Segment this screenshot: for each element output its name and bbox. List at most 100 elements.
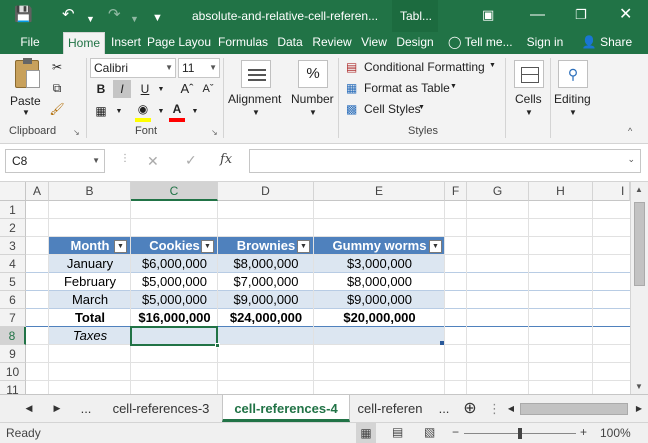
number-button[interactable]: Number [291, 92, 334, 106]
table-resize-handle[interactable] [440, 341, 444, 345]
column-header-d[interactable]: D [218, 182, 314, 201]
table-cell[interactable]: $5,000,000 [131, 273, 218, 291]
row-header-11[interactable]: 11 [0, 381, 26, 394]
table-cell[interactable]: March [49, 291, 131, 309]
vertical-scrollbar[interactable]: ▲ ▼ [630, 182, 648, 394]
increase-font-icon[interactable]: Aˆ [178, 80, 196, 98]
row-header-9[interactable]: 9 [0, 345, 26, 363]
zoom-in-icon[interactable]: + [580, 425, 587, 439]
copy-icon[interactable]: ⧉ [48, 79, 66, 97]
filter-dropdown-icon[interactable]: ▼ [201, 240, 214, 253]
table-cell[interactable]: $9,000,000 [218, 291, 314, 309]
tab-page-layout[interactable]: Page Layou [146, 32, 212, 54]
scroll-down-icon[interactable]: ▼ [635, 382, 643, 391]
close-icon[interactable]: ✕ [619, 5, 632, 25]
tab-home[interactable]: Home [63, 32, 105, 54]
undo-dropdown-icon[interactable]: ▼ [86, 9, 95, 29]
prev-sheet-icon[interactable]: ◀ [20, 395, 38, 422]
worksheet-grid[interactable]: A B C D E F G H I 1 2 3 4 5 6 7 8 9 10 1… [0, 182, 630, 394]
bold-button[interactable]: B [92, 80, 110, 98]
total-cell[interactable]: $20,000,000 [314, 309, 445, 327]
scroll-up-icon[interactable]: ▲ [635, 185, 643, 194]
font-launcher-icon[interactable]: ↘ [211, 128, 218, 137]
table-cell[interactable]: February [49, 273, 131, 291]
more-sheets-left[interactable]: ... [76, 395, 96, 422]
table-cell[interactable]: $7,000,000 [218, 273, 314, 291]
undo-icon[interactable]: ↶ [62, 5, 75, 25]
font-color-icon[interactable]: A [168, 100, 186, 118]
italic-button[interactable]: I [113, 80, 131, 98]
column-header-e[interactable]: E [314, 182, 445, 201]
total-label-cell[interactable]: Total [49, 309, 131, 327]
formula-input[interactable]: ⌄ [249, 149, 641, 173]
table-cell[interactable]: January [49, 255, 131, 273]
zoom-out-icon[interactable]: − [452, 425, 459, 439]
collapse-ribbon-icon[interactable]: ^ [628, 126, 632, 136]
underline-dropdown-icon[interactable]: ▼ [152, 81, 170, 99]
cells-button[interactable]: Cells [515, 92, 542, 106]
fill-handle[interactable] [215, 343, 220, 348]
cut-icon[interactable]: ✂ [48, 58, 66, 76]
editing-button[interactable]: Editing [554, 92, 591, 106]
scroll-right-icon[interactable]: ▶ [632, 395, 646, 422]
cell-styles-button[interactable]: ▩ Cell Styles ▼ [346, 101, 446, 119]
name-box[interactable]: C8 ▼ [5, 149, 105, 173]
more-sheets-right[interactable]: ... [434, 395, 454, 422]
save-icon[interactable]: 💾 [14, 5, 33, 25]
row-header-7[interactable]: 7 [0, 309, 26, 327]
row-header-8[interactable]: 8 [0, 327, 26, 345]
tab-formulas[interactable]: Formulas [216, 32, 270, 54]
column-header-f[interactable]: F [445, 182, 467, 201]
scroll-thumb[interactable] [634, 202, 645, 286]
total-cell[interactable]: $24,000,000 [218, 309, 314, 327]
select-all-corner[interactable] [0, 182, 26, 201]
table-cell[interactable]: $5,000,000 [131, 291, 218, 309]
sheet-tab-cell-references-5[interactable]: cell-referen [350, 395, 430, 422]
column-header-c[interactable]: C [131, 182, 218, 201]
borders-dropdown-icon[interactable]: ▼ [110, 103, 128, 121]
column-header-a[interactable]: A [26, 182, 49, 201]
share-button[interactable]: 👤 Share [578, 32, 636, 54]
conditional-formatting-button[interactable]: ▤ Conditional Formatting ▼ [346, 59, 496, 77]
insert-function-icon[interactable]: fx [220, 152, 232, 167]
total-cell[interactable]: $16,000,000 [131, 309, 218, 327]
column-header-h[interactable]: H [529, 182, 593, 201]
zoom-slider-thumb[interactable] [518, 428, 522, 439]
active-cell-c8[interactable] [130, 326, 218, 346]
minimize-icon[interactable]: — [530, 5, 545, 25]
column-header-b[interactable]: B [49, 182, 131, 201]
page-layout-view-icon[interactable]: ▤ [392, 425, 403, 439]
sheet-tab-cell-references-4[interactable]: cell-references-4 [222, 395, 350, 422]
page-break-view-icon[interactable]: ▧ [424, 425, 435, 439]
row-header-5[interactable]: 5 [0, 273, 26, 291]
alignment-button[interactable]: Alignment [228, 92, 281, 106]
font-color-dropdown-icon[interactable]: ▼ [186, 103, 204, 121]
ribbon-display-icon[interactable]: ▣ [482, 5, 494, 25]
format-painter-icon[interactable]: 🖌 [48, 100, 66, 118]
row-header-2[interactable]: 2 [0, 219, 26, 237]
table-cell[interactable]: $3,000,000 [314, 255, 445, 273]
decrease-font-icon[interactable]: Aˇ [199, 80, 217, 98]
scroll-left-icon[interactable]: ◀ [504, 395, 518, 422]
filter-dropdown-icon[interactable]: ▼ [429, 240, 442, 253]
next-sheet-icon[interactable]: ▶ [48, 395, 66, 422]
column-header-g[interactable]: G [467, 182, 529, 201]
table-cell[interactable]: $6,000,000 [131, 255, 218, 273]
sign-in-link[interactable]: Sign in [524, 32, 566, 54]
row-header-4[interactable]: 4 [0, 255, 26, 273]
new-sheet-icon[interactable]: ⊕ [458, 395, 482, 422]
table-cell[interactable]: $8,000,000 [314, 273, 445, 291]
tab-insert[interactable]: Insert [108, 32, 144, 54]
row-header-1[interactable]: 1 [0, 201, 26, 219]
tab-design[interactable]: Design [393, 32, 437, 54]
format-as-table-button[interactable]: ▦ Format as Table ▼ [346, 80, 466, 98]
row-header-6[interactable]: 6 [0, 291, 26, 309]
tab-file[interactable]: File [8, 32, 52, 54]
tab-splitter-icon[interactable]: ⋮ [488, 395, 501, 422]
tab-view[interactable]: View [358, 32, 390, 54]
customize-qat-icon[interactable]: ▼ [152, 8, 163, 28]
filter-dropdown-icon[interactable]: ▼ [114, 240, 127, 253]
redo-dropdown-icon[interactable]: ▼ [130, 9, 139, 29]
tab-data[interactable]: Data [274, 32, 306, 54]
horizontal-scroll-thumb[interactable] [520, 403, 628, 415]
